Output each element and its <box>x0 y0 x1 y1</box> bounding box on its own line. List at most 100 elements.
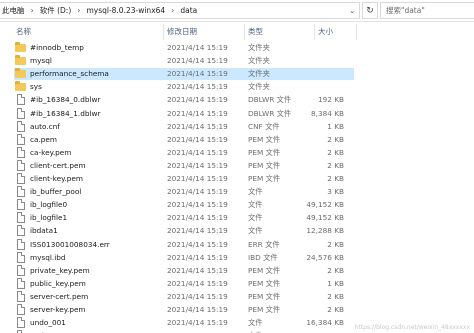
file-icon <box>17 212 25 224</box>
file-row[interactable]: server-cert.pem 2021/4/14 15:19 PEM 文件 2 KB <box>14 290 354 303</box>
file-icon <box>17 225 25 237</box>
file-name: #innodb_temp <box>30 43 84 52</box>
file-row[interactable]: ibdata1 2021/4/14 15:19 文件 12,288 KB <box>14 225 354 237</box>
column-name[interactable]: 名称 <box>16 22 31 42</box>
file-row[interactable]: public_key.pem 2021/4/14 15:19 PEM 文件 1 KB <box>14 277 354 290</box>
file-row[interactable]: performance_schema 2021/4/14 15:19 文件夹 <box>14 68 354 81</box>
file-name: mysql <box>30 56 52 66</box>
file-date: 2021/4/14 15:19 <box>167 147 228 157</box>
file-row[interactable]: client-key.pem 2021/4/14 15:19 PEM 文件 2 KB <box>14 173 354 185</box>
breadcrumb-this-pc[interactable]: 此电脑 <box>2 5 25 16</box>
breadcrumb-drive-d[interactable]: 软件 (D:) <box>40 5 72 16</box>
file-row[interactable]: ISS013001008034.err 2021/4/14 15:19 ERR 文件… <box>14 238 354 251</box>
file-row[interactable]: ca.pem 2021/4/14 15:19 PEM 文件 2 KB <box>14 133 354 146</box>
file-row[interactable]: undo_001 2021/4/14 15:19 文件 16,384 KB <box>14 317 354 329</box>
column-type[interactable]: 类型 <box>248 22 263 42</box>
column-divider[interactable] <box>244 24 245 40</box>
file-row[interactable]: #ib_16384_0.dblwr 2021/4/14 15:19 DBLWR 文件… <box>14 94 354 106</box>
file-size: 2 KB <box>327 160 344 170</box>
file-row[interactable]: #ib_16384_1.dblwr 2021/4/14 15:19 DBLWR 文件… <box>14 107 354 120</box>
file-name: #ib_16384_1.dblwr <box>30 108 101 118</box>
column-divider[interactable] <box>163 24 164 40</box>
search-input[interactable]: 搜索"data" <box>380 2 474 19</box>
file-icon <box>17 238 25 250</box>
file-row[interactable]: sys 2021/4/14 15:19 文件夹 <box>14 81 354 93</box>
chevron-down-icon[interactable]: ⌄ <box>344 2 360 19</box>
file-size: 16,384 KB <box>306 318 344 328</box>
file-name: auto.cnf <box>30 121 60 131</box>
file-row[interactable]: mysql 2021/4/14 15:19 文件夹 <box>14 55 354 67</box>
file-date: 2021/4/14 15:19 <box>167 56 228 66</box>
file-type: 文件夹 <box>248 43 270 52</box>
file-row[interactable]: ca-key.pem 2021/4/14 15:19 PEM 文件 2 KB <box>14 146 354 159</box>
file-date: 2021/4/14 15:19 <box>167 291 228 301</box>
column-header: 名称 修改日期 类型 大小 <box>0 22 474 42</box>
file-size: 49,152 KB <box>306 200 344 210</box>
chevron-right-icon[interactable]: › <box>77 6 80 15</box>
file-row[interactable]: auto.cnf 2021/4/14 15:19 CNF 文件 1 KB <box>14 120 354 133</box>
column-date[interactable]: 修改日期 <box>167 22 197 42</box>
file-date: 2021/4/14 15:19 <box>167 108 228 118</box>
file-size: 8,384 KB <box>311 108 344 118</box>
file-icon <box>17 304 25 315</box>
folder-icon <box>15 81 26 92</box>
column-divider[interactable] <box>356 24 357 40</box>
file-type: 文件夹 <box>248 56 270 66</box>
file-type: 文件 <box>248 318 263 328</box>
file-date: 2021/4/14 15:19 <box>167 213 228 223</box>
file-date: 2021/4/14 15:19 <box>167 252 228 262</box>
file-row[interactable]: mysql.ibd 2021/4/14 15:19 IBD 文件 24,576 KB <box>14 251 354 264</box>
file-row[interactable]: ib_logfile1 2021/4/14 15:19 文件 49,152 KB <box>14 212 354 224</box>
file-icon <box>17 186 25 198</box>
file-name: #ib_16384_0.dblwr <box>30 95 101 105</box>
file-row[interactable]: #innodb_temp 2021/4/14 15:19 文件夹 <box>14 42 354 54</box>
file-size <box>274 68 344 80</box>
file-type: 文件夹 <box>248 69 270 79</box>
file-size: 2 KB <box>327 147 344 157</box>
file-size: 24,576 KB <box>306 252 344 262</box>
file-row[interactable]: ib_buffer_pool 2021/4/14 15:19 文件 3 KB <box>14 186 354 198</box>
file-size: 2 KB <box>327 174 344 183</box>
file-name: ca-key.pem <box>30 147 72 157</box>
file-name: ib_logfile1 <box>30 213 68 223</box>
column-size[interactable]: 大小 <box>318 22 333 42</box>
column-divider[interactable] <box>314 24 315 40</box>
file-size: 2 KB <box>327 291 344 301</box>
file-size: 1 KB <box>327 121 344 131</box>
file-date: 2021/4/14 15:19 <box>167 226 228 236</box>
file-date: 2021/4/14 15:19 <box>167 43 228 52</box>
watermark: https://blog.csdn.net/weixin_48xxxxxx <box>354 324 470 331</box>
file-date: 2021/4/14 15:19 <box>167 95 228 105</box>
breadcrumb-data[interactable]: data <box>180 6 197 15</box>
folder-icon <box>15 42 26 52</box>
file-date: 2021/4/14 15:19 <box>167 82 228 92</box>
chevron-right-icon[interactable]: › <box>31 6 34 15</box>
file-name: ibdata1 <box>30 226 58 236</box>
breadcrumb-mysql[interactable]: mysql-8.0.23-winx64 <box>86 6 165 15</box>
file-row[interactable]: private_key.pem 2021/4/14 15:19 PEM 文件 2 KB <box>14 264 354 277</box>
file-name: server-cert.pem <box>30 291 89 301</box>
file-name: performance_schema <box>30 69 109 79</box>
file-icon <box>17 133 25 145</box>
file-row[interactable]: client-cert.pem 2021/4/14 15:19 PEM 文件 2 KB <box>14 159 354 172</box>
file-row[interactable]: ib_logfile0 2021/4/14 15:19 文件 49,152 KB <box>14 199 354 211</box>
address-bar-area: 此电脑 › 软件 (D:) › mysql-8.0.23-winx64 › da… <box>0 0 474 22</box>
file-size: 2 KB <box>327 134 344 144</box>
file-row[interactable]: server-key.pem 2021/4/14 15:19 PEM 文件 2 KB <box>14 304 354 316</box>
chevron-right-icon[interactable]: › <box>171 6 174 15</box>
address-bar[interactable]: 此电脑 › 软件 (D:) › mysql-8.0.23-winx64 › da… <box>0 2 360 19</box>
file-name: private_key.pem <box>30 265 90 275</box>
file-type: 文件 <box>248 213 263 223</box>
file-size: 1 KB <box>327 278 344 288</box>
refresh-icon[interactable]: ↻ <box>362 2 378 19</box>
file-type: 文件夹 <box>248 82 270 92</box>
file-size <box>274 42 344 54</box>
file-date: 2021/4/14 15:19 <box>167 69 228 79</box>
file-size <box>274 55 344 67</box>
file-name: ISS013001008034.err <box>30 239 110 249</box>
file-name: ib_buffer_pool <box>30 187 82 197</box>
file-icon <box>17 264 25 276</box>
file-size <box>274 81 344 93</box>
file-icon <box>17 107 25 119</box>
file-date: 2021/4/14 15:19 <box>167 265 228 275</box>
